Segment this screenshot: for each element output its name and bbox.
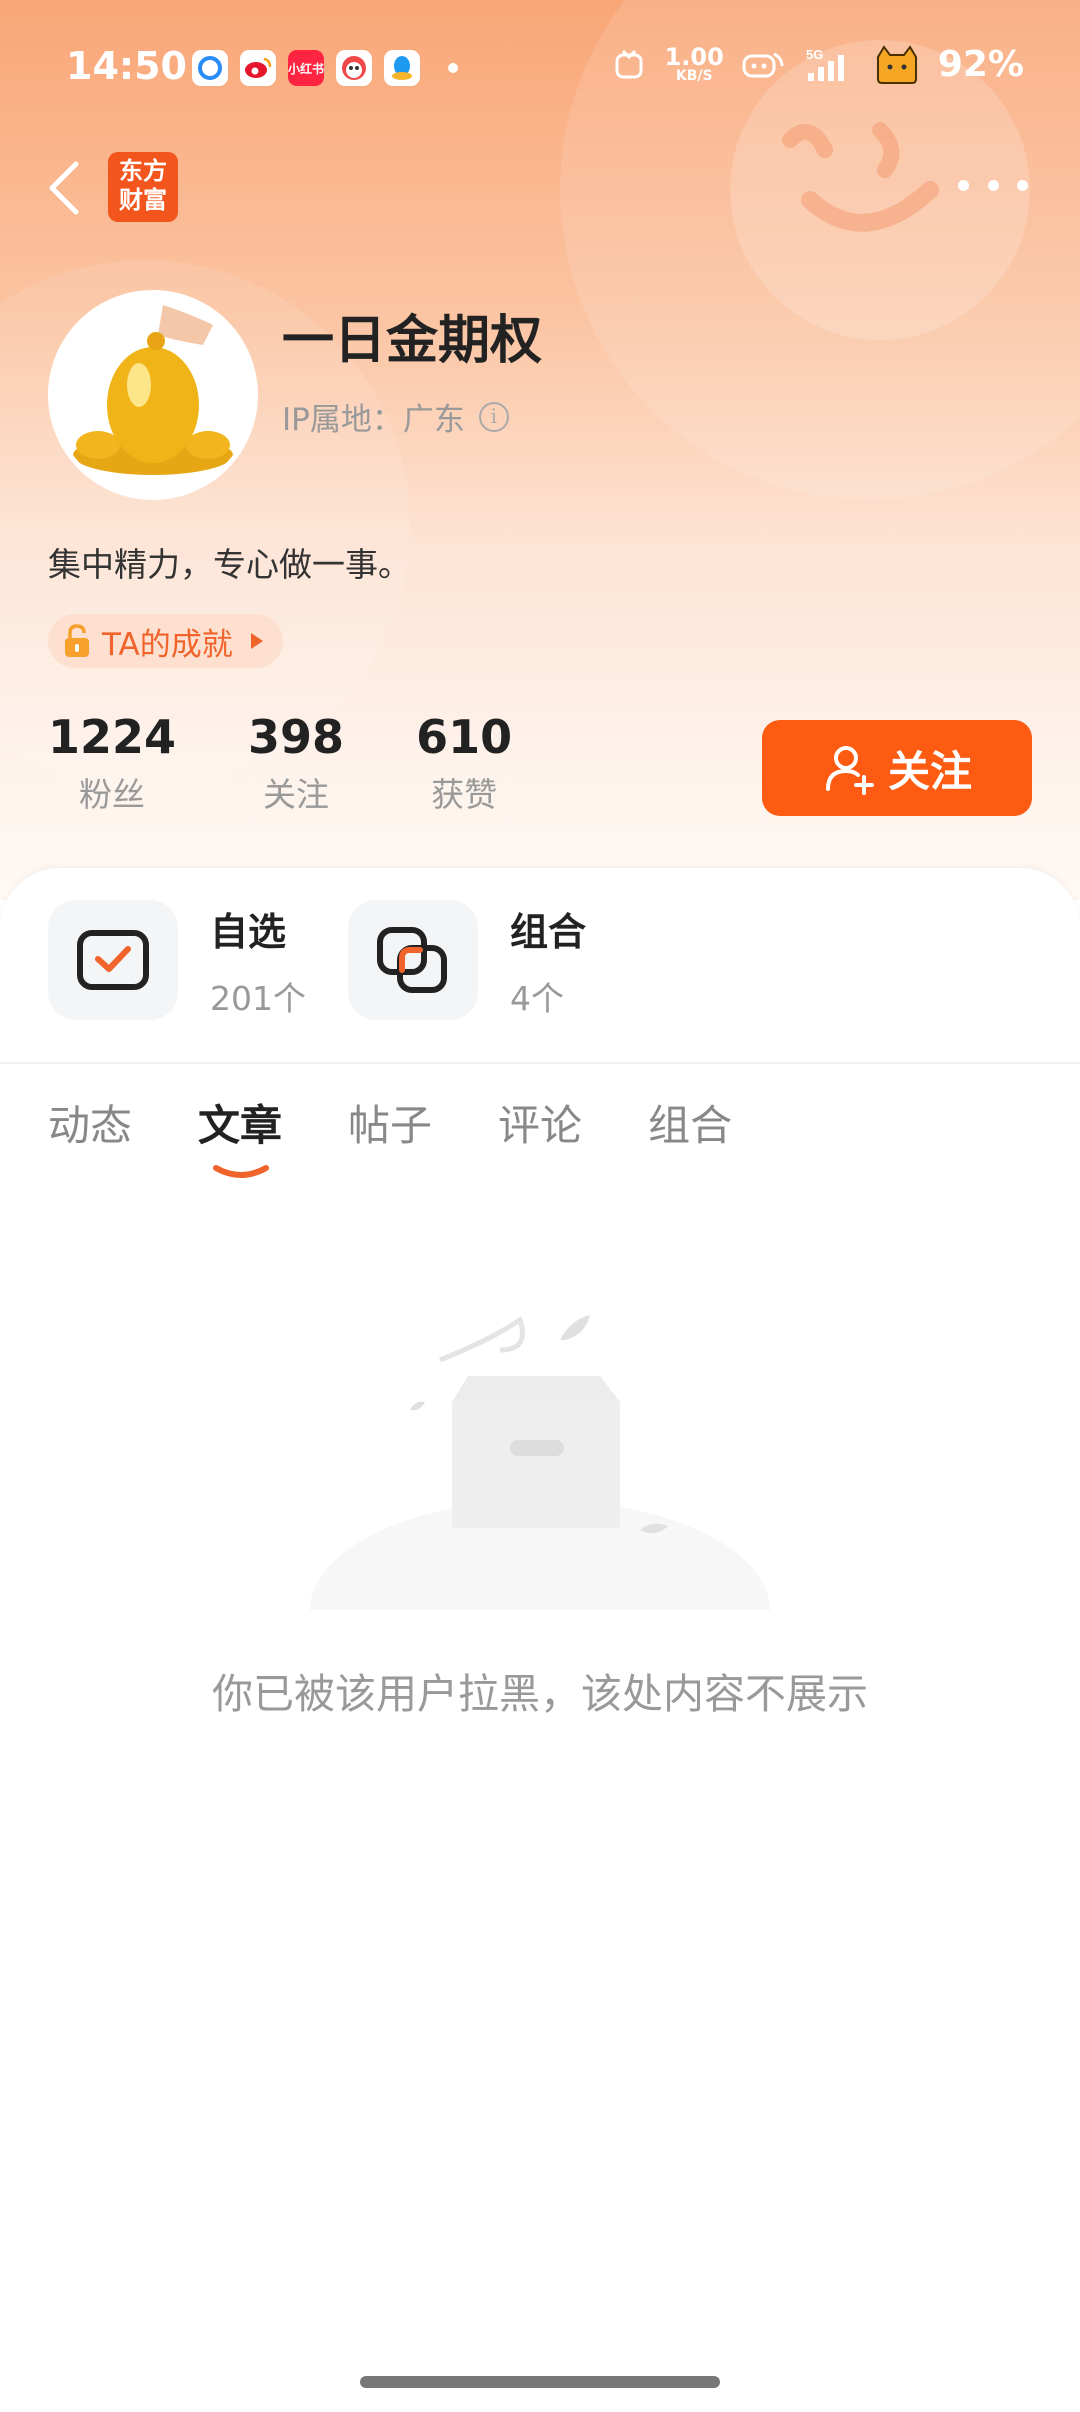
stat-likes[interactable]: 610 获赞 xyxy=(416,710,512,816)
tab-active-indicator xyxy=(213,1165,270,1178)
dot xyxy=(1017,179,1028,191)
avatar[interactable] xyxy=(48,290,258,500)
follow-button[interactable]: 关注 xyxy=(762,720,1032,816)
logo-line2: 财富 xyxy=(119,186,167,214)
triangle-right-icon xyxy=(250,633,263,649)
status-right: 1.00 KB/S 5G 92% xyxy=(611,44,1024,85)
ip-location: IP属地：广东 i xyxy=(282,394,509,439)
empty-state-message: 你已被该用户拉黑，该处内容不展示 xyxy=(212,1670,868,1718)
achievement-button[interactable]: TA的成就 xyxy=(48,614,283,668)
hotspot-icon xyxy=(742,52,784,77)
weibo-app-icon xyxy=(240,50,276,86)
app-logo: 东方 财富 xyxy=(108,152,178,222)
battery-percent: 92% xyxy=(937,44,1024,85)
nfc-icon xyxy=(615,49,643,78)
watchlist-title: 自选 xyxy=(210,909,287,954)
cartoon-app-icon xyxy=(336,50,372,86)
stat-value: 398 xyxy=(248,710,345,764)
portfolio-icon-bg xyxy=(348,900,478,1020)
logo-line1: 东方 xyxy=(119,157,167,185)
back-arrow-icon[interactable] xyxy=(40,156,90,220)
tab-activity[interactable]: 动态 xyxy=(48,1092,132,1153)
svg-text:5G: 5G xyxy=(806,47,823,62)
username: 一日金期权 xyxy=(282,311,543,371)
status-bar: 14:50 小红书 1.00 KB/S 5G 92% xyxy=(0,0,1080,140)
divider xyxy=(0,1062,1080,1064)
cat-battery-icon xyxy=(876,44,917,84)
more-notifications-dot xyxy=(448,63,458,73)
watchlist-count: 201个 xyxy=(210,978,306,1018)
checkbox-icon xyxy=(77,930,149,990)
tab-comments[interactable]: 评论 xyxy=(498,1092,582,1153)
tab-articles-label: 文章 xyxy=(198,1101,283,1150)
portfolio-count: 4个 xyxy=(510,978,564,1018)
stats-row: 1224 粉丝 398 关注 610 获赞 xyxy=(48,710,584,816)
follow-label: 关注 xyxy=(887,746,972,796)
notification-icons: 小红书 xyxy=(192,50,458,86)
stat-followers[interactable]: 1224 粉丝 xyxy=(48,710,176,816)
stat-label: 获赞 xyxy=(431,775,498,814)
stat-following[interactable]: 398 关注 xyxy=(248,710,344,816)
speed-unit: KB/S xyxy=(675,68,713,84)
bio: 集中精力，专心做一事。 xyxy=(48,545,411,584)
portfolio-text: 组合 4个 xyxy=(510,901,586,1020)
achievement-label: TA的成就 xyxy=(102,626,233,663)
ip-location-text: IP属地：广东 xyxy=(282,402,465,438)
status-time: 14:50 xyxy=(66,44,187,88)
browser-app-icon xyxy=(192,50,228,86)
xiaohongshu-app-icon: 小红书 xyxy=(288,50,324,86)
home-indicator[interactable] xyxy=(360,2376,720,2388)
speed-value: 1.00 xyxy=(664,43,724,71)
portfolio-icon xyxy=(377,927,447,993)
stat-value: 610 xyxy=(416,710,513,764)
qq-app-icon xyxy=(384,50,420,86)
dot xyxy=(958,179,969,191)
watchlist-text: 自选 201个 xyxy=(210,901,306,1020)
network-speed: 1.00 KB/S xyxy=(665,45,724,84)
add-user-icon xyxy=(825,746,874,795)
tab-articles[interactable]: 文章 xyxy=(198,1092,283,1178)
dot xyxy=(987,179,999,191)
portfolio-entry[interactable]: 组合 4个 xyxy=(348,900,586,1020)
tab-portfolios[interactable]: 组合 xyxy=(648,1092,732,1153)
stat-label: 关注 xyxy=(263,775,330,814)
empty-box-illustration xyxy=(310,1315,770,1610)
watchlist-icon-bg xyxy=(48,900,178,1020)
stat-label: 粉丝 xyxy=(79,775,146,814)
lock-icon xyxy=(65,624,89,657)
signal-5g-icon: 5G xyxy=(806,47,844,81)
watchlist-entry[interactable]: 自选 201个 xyxy=(48,900,306,1020)
portfolio-title: 组合 xyxy=(510,909,587,954)
stat-value: 1224 xyxy=(48,710,177,764)
info-icon[interactable]: i xyxy=(478,401,509,432)
tab-bar: 动态 文章 帖子 评论 组合 xyxy=(48,1092,732,1178)
tab-posts[interactable]: 帖子 xyxy=(348,1092,432,1153)
more-options-icon[interactable] xyxy=(958,170,1028,200)
